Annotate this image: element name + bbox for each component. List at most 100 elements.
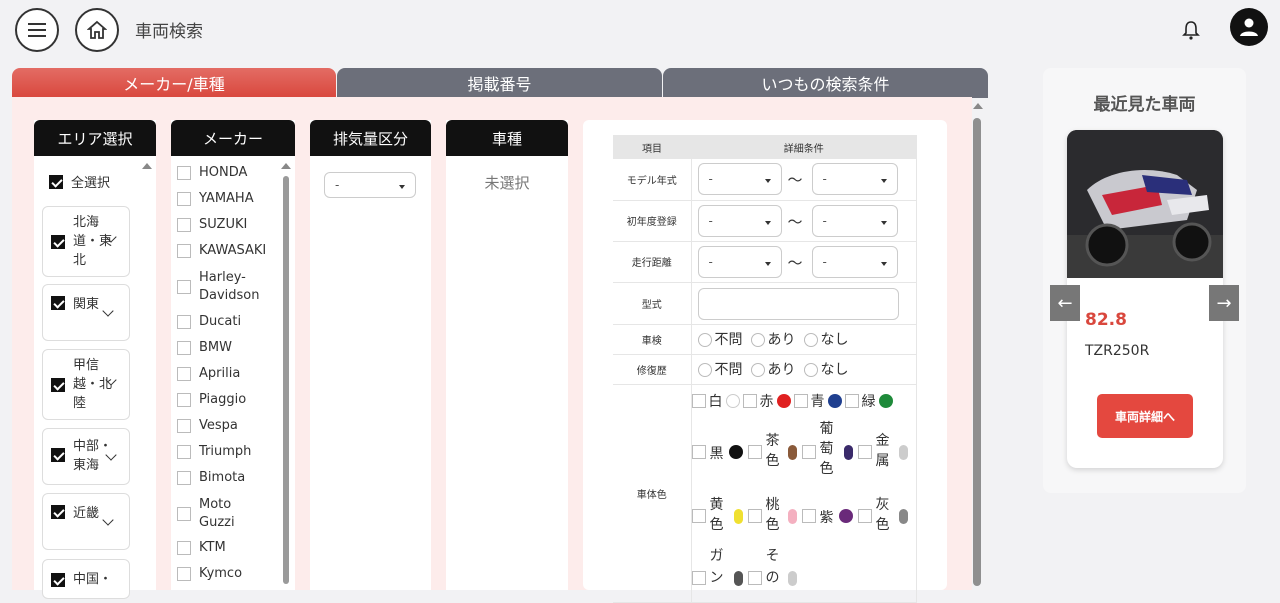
- color-metal-label: 金属: [875, 432, 890, 469]
- color-metal-checkbox[interactable]: [857, 444, 872, 459]
- model-empty-text: 未選択: [484, 174, 530, 192]
- maker-item-kymco[interactable]: Kymco: [177, 566, 242, 581]
- maker-item-yamaha[interactable]: YAMAHA: [177, 191, 254, 206]
- area-item-koshinetsu-hokuriku[interactable]: 甲信 越・北陸: [42, 349, 130, 420]
- color-blue-checkbox[interactable]: [793, 393, 808, 408]
- color-swatch-pink: [787, 508, 797, 524]
- color-grape-checkbox[interactable]: [801, 444, 816, 459]
- color-green-checkbox[interactable]: [844, 393, 859, 408]
- maker-item-honda[interactable]: HONDA: [177, 165, 247, 180]
- area-item-hokkaido-tohoku[interactable]: 北海 道・東北: [42, 206, 130, 277]
- avatar[interactable]: [1230, 8, 1268, 46]
- maker-item-moto-guzzi[interactable]: Moto Guzzi: [177, 496, 235, 532]
- color-brown-checkbox[interactable]: [747, 444, 762, 459]
- prev-arrow-button[interactable]: ←: [1050, 285, 1080, 321]
- vehicle-card[interactable]: 82.8 TZR250R 車両詳細へ: [1067, 130, 1223, 468]
- tab-maker-model[interactable]: メーカー/車種: [12, 68, 336, 98]
- maker-item-vespa[interactable]: Vespa: [177, 418, 238, 433]
- color-purple-label: 紫: [819, 509, 834, 526]
- color-black-checkbox[interactable]: [691, 444, 706, 459]
- mileage-from-select[interactable]: -: [697, 245, 782, 278]
- color-gun-checkbox[interactable]: [691, 570, 706, 585]
- radio-yes[interactable]: あり: [750, 359, 796, 379]
- model-year-from-select[interactable]: -: [697, 163, 782, 195]
- notification-button[interactable]: [1180, 18, 1202, 42]
- chevron-down-icon[interactable]: [102, 305, 114, 317]
- area-checkbox[interactable]: [51, 448, 65, 462]
- maker-item-ducati[interactable]: Ducati: [177, 314, 241, 329]
- vehicle-photo[interactable]: [1067, 130, 1223, 278]
- maker-item-piaggio[interactable]: Piaggio: [177, 392, 246, 407]
- mileage-to-select[interactable]: -: [811, 245, 898, 278]
- chevron-down-icon[interactable]: [102, 514, 114, 526]
- area-checkbox[interactable]: [51, 505, 65, 519]
- maker-item-kawasaki[interactable]: KAWASAKI: [177, 243, 266, 258]
- area-label: 中国・: [73, 572, 113, 587]
- color-swatch-purple: [838, 508, 853, 523]
- color-red-checkbox[interactable]: [742, 393, 757, 408]
- maker-item-bimota[interactable]: Bimota: [177, 470, 245, 485]
- color-swatch-grape: [843, 444, 853, 460]
- range-separator: 〜: [787, 171, 803, 189]
- maker-scrollbar[interactable]: [283, 176, 289, 584]
- menu-button[interactable]: [15, 8, 59, 52]
- area-label: 北海 道・東北: [73, 215, 113, 268]
- color-swatch-white: [725, 393, 740, 408]
- maker-item-triumph[interactable]: Triumph: [177, 444, 251, 459]
- color-yellow-checkbox[interactable]: [691, 508, 706, 523]
- user-icon: [1240, 18, 1258, 36]
- maker-column: メーカー HONDA YAMAHA SUZUKI KAWASAKI Harley…: [171, 120, 295, 590]
- maker-item-harley-davidson[interactable]: Harley- Davidson: [177, 269, 260, 305]
- area-item-chubu-tokai[interactable]: 中部・ 東海: [42, 428, 130, 485]
- radio-yes[interactable]: あり: [750, 329, 796, 349]
- radio-no[interactable]: なし: [803, 329, 849, 349]
- vehicle-detail-button[interactable]: 車両詳細へ: [1097, 394, 1193, 438]
- scroll-up-arrow[interactable]: [142, 163, 152, 169]
- radio-any[interactable]: 不問: [697, 359, 743, 379]
- first-reg-from-select[interactable]: -: [697, 204, 782, 237]
- scroll-up-arrow[interactable]: [281, 163, 291, 169]
- area-checkbox[interactable]: [51, 235, 65, 249]
- color-swatch-gray: [898, 508, 908, 524]
- color-white-checkbox[interactable]: [691, 393, 706, 408]
- color-purple-checkbox[interactable]: [801, 508, 816, 523]
- color-gray-checkbox[interactable]: [857, 508, 872, 523]
- radio-no[interactable]: なし: [803, 359, 849, 379]
- color-swatch-red: [776, 393, 791, 408]
- color-swatch-yellow: [733, 508, 743, 524]
- area-item-chugoku[interactable]: 中国・: [42, 559, 130, 599]
- displacement-column: 排気量区分 -: [310, 120, 431, 590]
- color-other-label: その: [765, 547, 780, 586]
- displacement-select[interactable]: -: [324, 172, 416, 198]
- model-year-to-select[interactable]: -: [811, 163, 898, 195]
- main-scrollbar[interactable]: [973, 118, 981, 586]
- maker-item-bmw[interactable]: BMW: [177, 340, 232, 355]
- area-checkbox[interactable]: [51, 296, 65, 310]
- select-all-row[interactable]: 全選択: [49, 172, 110, 191]
- select-all-checkbox[interactable]: [49, 174, 63, 189]
- color-other-checkbox[interactable]: [747, 570, 762, 585]
- first-reg-to-select[interactable]: -: [811, 204, 898, 237]
- color-pink-checkbox[interactable]: [747, 508, 762, 523]
- scroll-up-arrow[interactable]: [973, 103, 983, 109]
- maker-item-aprilia[interactable]: Aprilia: [177, 366, 240, 381]
- area-item-kanto[interactable]: 関東: [42, 284, 130, 341]
- color-brown-label: 茶色: [765, 432, 780, 469]
- motorcycle-image: [1067, 130, 1223, 278]
- maker-item-ktm[interactable]: KTM: [177, 540, 226, 555]
- tab-listing-number[interactable]: 掲載番号: [337, 68, 662, 98]
- tab-saved-conditions[interactable]: いつもの検索条件: [663, 68, 988, 98]
- next-arrow-button[interactable]: →: [1209, 285, 1239, 321]
- area-checkbox[interactable]: [51, 573, 65, 587]
- home-button[interactable]: [75, 8, 119, 52]
- area-label: 関東: [73, 297, 100, 312]
- home-icon: [87, 20, 107, 39]
- area-checkbox[interactable]: [51, 378, 65, 392]
- row-label-repair-history: 修復歴: [613, 354, 692, 385]
- maker-item-suzuki[interactable]: SUZUKI: [177, 217, 247, 232]
- radio-any[interactable]: 不問: [697, 329, 743, 349]
- area-item-kinki[interactable]: 近畿: [42, 493, 130, 550]
- type-input[interactable]: [697, 287, 899, 320]
- area-label: 近畿: [73, 506, 100, 521]
- arrow-right-icon: →: [1216, 292, 1232, 314]
